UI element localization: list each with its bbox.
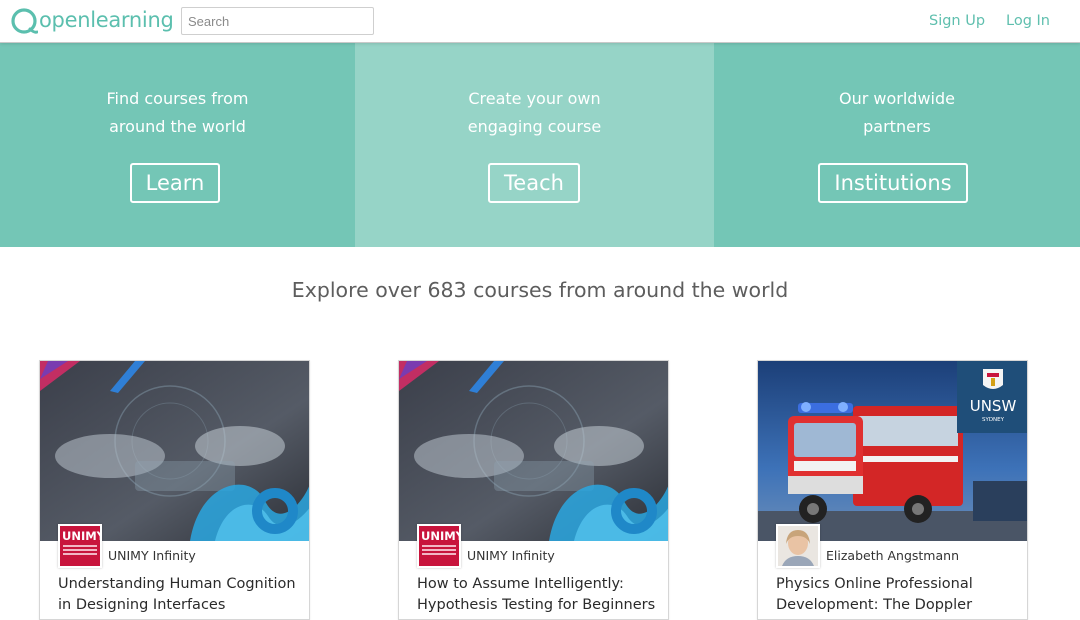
course-title[interactable]: How to Assume Intelligently: Hypothesis … (417, 574, 657, 616)
institutions-panel: Our worldwide partners Institutions (714, 43, 1080, 247)
explore-heading: Explore over 683 courses from around the… (291, 278, 789, 302)
institutions-panel-line1: Our worldwide (839, 89, 955, 108)
course-thumbnail: UNSW SYDNEY (758, 361, 1027, 541)
teach-button[interactable]: Teach (488, 163, 580, 203)
openlearning-logo[interactable]: openlearning (10, 5, 174, 37)
institutions-panel-text: Our worldwide partners (714, 85, 1080, 141)
learn-panel: Find courses from around the world Learn (0, 43, 355, 247)
unimy-logo-text: UNIMY (421, 529, 461, 543)
course-thumbnail (399, 361, 668, 541)
course-card[interactable]: UNIMY UNIMY Infinity How to Assume Intel… (398, 360, 669, 620)
unsw-badge-text: UNSW (970, 397, 1017, 415)
course-thumbnail (40, 361, 309, 541)
course-card[interactable]: UNIMY UNIMY Infinity Understanding Human… (39, 360, 310, 620)
logo-o-icon (10, 7, 39, 35)
course-title[interactable]: Physics Online Professional Development:… (776, 574, 1016, 619)
sign-up-link[interactable]: Sign Up (929, 13, 985, 29)
course-provider: UNIMY Infinity (467, 548, 555, 563)
teach-panel-line2: engaging course (467, 117, 602, 136)
course-card[interactable]: UNSW SYDNEY Elizabeth Angstmann Physics … (757, 360, 1028, 620)
logo-text: openlearning (39, 8, 174, 32)
hero-banner: Find courses from around the world Learn… (0, 43, 1080, 247)
course-provider: Elizabeth Angstmann (826, 548, 959, 563)
learn-panel-text: Find courses from around the world (0, 85, 355, 141)
search-input[interactable] (181, 7, 374, 35)
teach-panel-text: Create your own engaging course (355, 85, 714, 141)
teach-panel: Create your own engaging course Teach (355, 43, 714, 247)
teach-panel-line1: Create your own (468, 89, 601, 108)
unimy-logo: UNIMY (58, 524, 102, 568)
course-provider: UNIMY Infinity (108, 548, 196, 563)
learn-button[interactable]: Learn (130, 163, 220, 203)
institutions-button[interactable]: Institutions (818, 163, 968, 203)
unimy-logo-text: UNIMY (62, 529, 102, 543)
learn-panel-line2: around the world (109, 117, 246, 136)
learn-panel-line1: Find courses from (106, 89, 249, 108)
unimy-logo: UNIMY (417, 524, 461, 568)
unsw-badge-sub: SYDNEY (982, 417, 1005, 423)
instructor-avatar (776, 524, 820, 568)
course-title[interactable]: Understanding Human Cognition in Designi… (58, 574, 298, 616)
log-in-link[interactable]: Log In (1006, 13, 1050, 29)
top-navigation-bar: openlearning Sign Up Log In (0, 0, 1080, 43)
institutions-panel-line2: partners (863, 117, 931, 136)
